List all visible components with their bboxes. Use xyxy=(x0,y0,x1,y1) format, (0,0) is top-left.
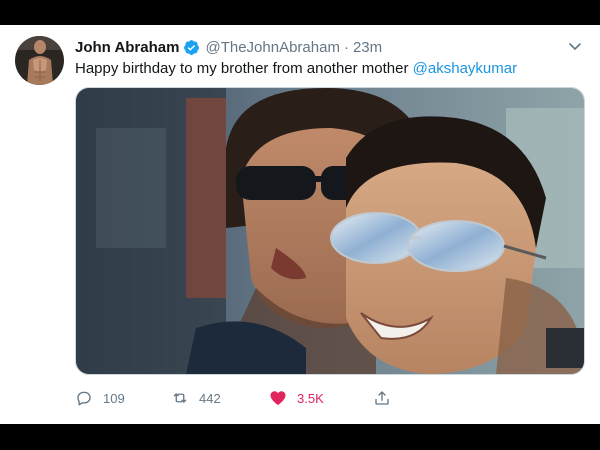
heart-icon xyxy=(270,391,286,405)
separator-dot: · xyxy=(343,38,349,56)
reply-button[interactable]: 109 xyxy=(75,389,171,407)
action-bar: 109 442 3.5K xyxy=(75,386,391,410)
avatar-image xyxy=(15,36,64,85)
avatar[interactable] xyxy=(15,36,64,85)
retweet-icon xyxy=(173,393,187,403)
share-button[interactable] xyxy=(373,389,391,407)
author-name[interactable]: John Abraham xyxy=(75,39,179,56)
letterbox-bottom xyxy=(0,424,600,450)
mention-link[interactable]: @akshaykumar xyxy=(413,60,517,77)
tweet-text: Happy birthday to my brother from anothe… xyxy=(75,60,517,77)
reply-count: 109 xyxy=(103,390,125,406)
photo-image xyxy=(76,88,584,374)
verified-badge-icon xyxy=(183,39,200,56)
like-button[interactable]: 3.5K xyxy=(269,389,373,407)
tweet-timestamp[interactable]: 23m xyxy=(353,39,382,56)
retweet-count: 442 xyxy=(199,390,221,406)
reply-icon xyxy=(77,391,91,406)
like-count: 3.5K xyxy=(297,390,324,406)
tweet-text-body: Happy birthday to my brother from anothe… xyxy=(75,60,413,77)
letterbox-top xyxy=(0,0,600,25)
tweet-header: John Abraham @TheJohnAbraham · 23m xyxy=(75,37,382,57)
author-handle[interactable]: @TheJohnAbraham xyxy=(205,39,339,56)
chevron-down-icon[interactable] xyxy=(568,39,582,53)
tweet-photo[interactable] xyxy=(75,87,585,375)
share-icon xyxy=(375,391,389,405)
retweet-button[interactable]: 442 xyxy=(171,389,269,407)
tweet-card[interactable]: John Abraham @TheJohnAbraham · 23m Happy… xyxy=(0,25,600,424)
